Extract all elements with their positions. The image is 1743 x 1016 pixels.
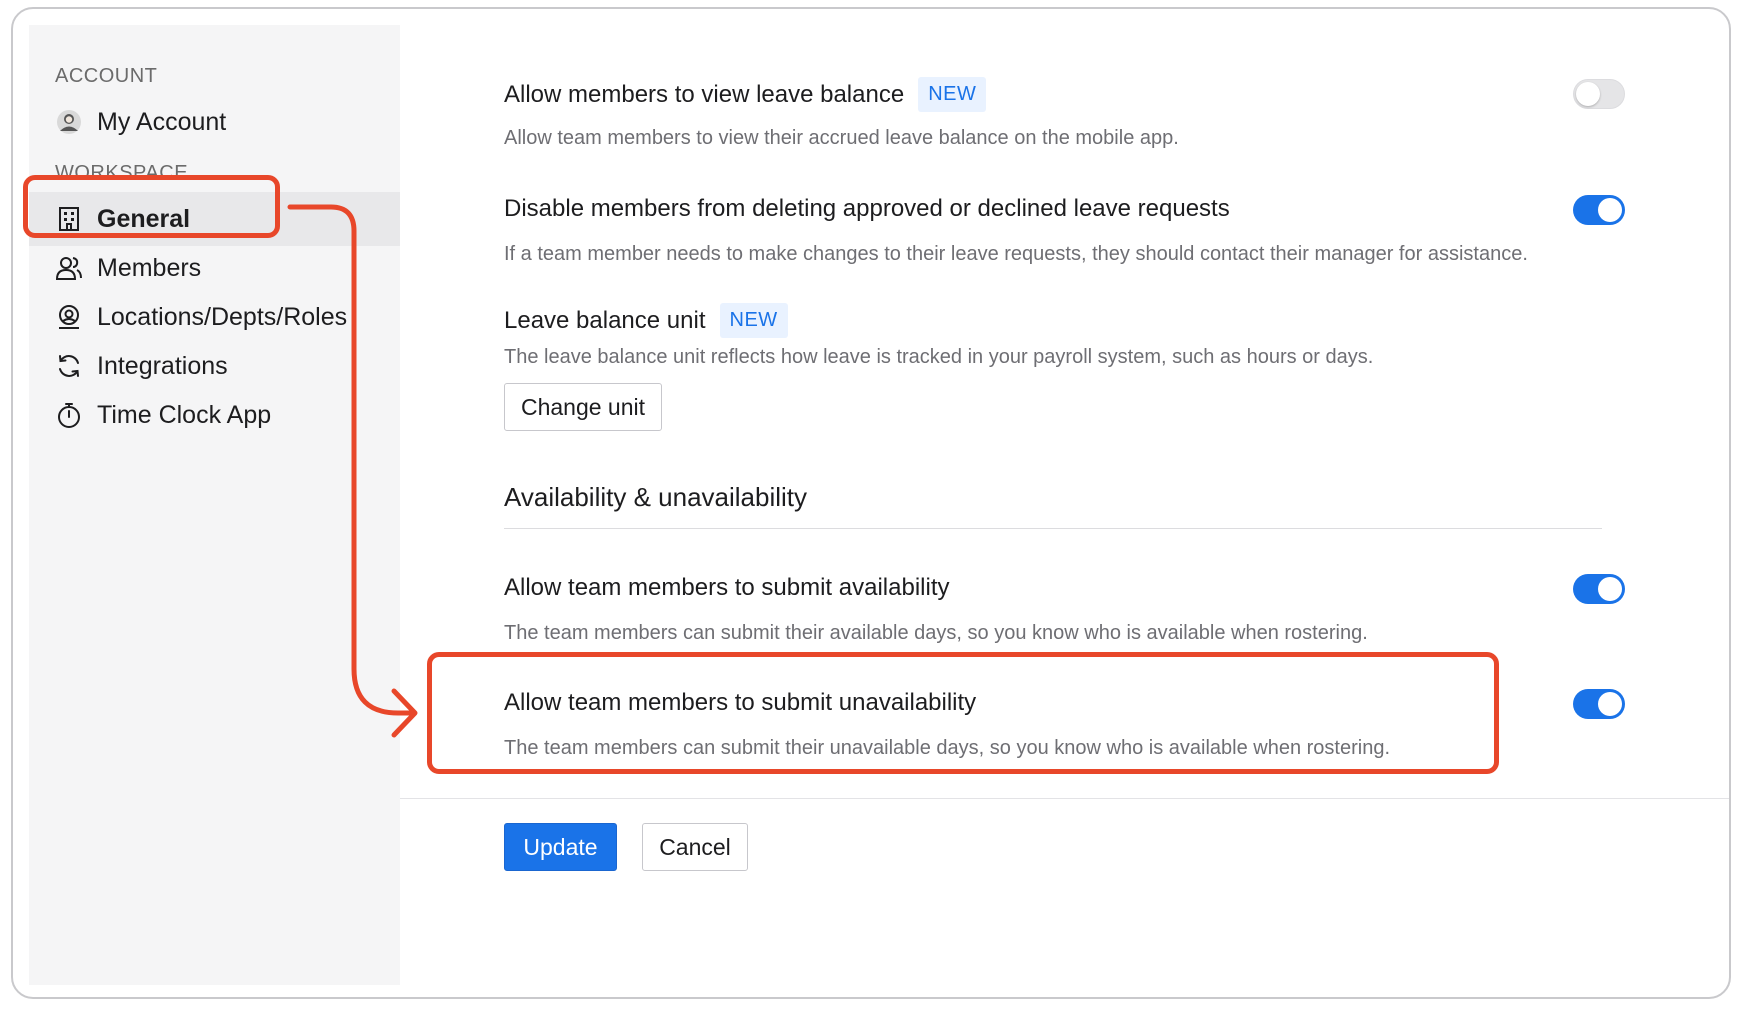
location-icon xyxy=(55,303,83,331)
workspace-section-label: WORKSPACE xyxy=(55,162,189,184)
toggle-knob xyxy=(1598,577,1622,601)
stopwatch-icon xyxy=(55,401,83,429)
disable-deleting-desc: If a team member needs to make changes t… xyxy=(504,243,1528,265)
footer-divider xyxy=(400,798,1729,799)
sidebar-item-label: General xyxy=(97,204,191,233)
submit-unavailability-title: Allow team members to submit unavailabil… xyxy=(504,689,977,716)
settings-window: ACCOUNT My Account WORKSPACE General Mem… xyxy=(11,7,1731,999)
update-button[interactable]: Update xyxy=(504,823,617,871)
sidebar-item-locations[interactable]: Locations/Depts/Roles xyxy=(29,290,400,344)
leave-unit-desc: The leave balance unit reflects how leav… xyxy=(504,346,1374,368)
sidebar-item-integrations[interactable]: Integrations xyxy=(29,339,400,393)
submit-availability-toggle[interactable] xyxy=(1573,574,1625,604)
toggle-knob xyxy=(1598,692,1622,716)
view-leave-balance-toggle[interactable] xyxy=(1573,79,1625,109)
toggle-knob xyxy=(1598,198,1622,222)
submit-availability-desc: The team members can submit their availa… xyxy=(504,622,1368,644)
sidebar-item-time-clock[interactable]: Time Clock App xyxy=(29,388,400,442)
disable-deleting-toggle[interactable] xyxy=(1573,195,1625,225)
new-badge: NEW xyxy=(918,77,987,112)
account-section-label: ACCOUNT xyxy=(55,65,158,87)
availability-section-heading: Availability & unavailability xyxy=(504,482,808,512)
sidebar-item-label: My Account xyxy=(97,107,227,136)
leave-unit-title: Leave balance unit NEW xyxy=(504,303,788,338)
cancel-button[interactable]: Cancel xyxy=(642,823,748,871)
submit-availability-title: Allow team members to submit availabilit… xyxy=(504,574,950,601)
new-badge: NEW xyxy=(719,303,788,338)
sidebar: ACCOUNT My Account WORKSPACE General Mem… xyxy=(29,25,400,985)
sidebar-item-general[interactable]: General xyxy=(29,192,400,246)
change-unit-button[interactable]: Change unit xyxy=(504,383,662,431)
sidebar-item-label: Locations/Depts/Roles xyxy=(97,302,348,331)
view-leave-balance-desc: Allow team members to view their accrued… xyxy=(504,127,1179,149)
sync-icon xyxy=(55,352,83,380)
view-leave-balance-title: Allow members to view leave balance NEW xyxy=(504,77,987,112)
sidebar-item-members[interactable]: Members xyxy=(29,241,400,295)
sidebar-item-label: Members xyxy=(97,253,202,282)
toggle-knob xyxy=(1576,82,1600,106)
sidebar-item-label: Integrations xyxy=(97,351,228,380)
section-divider xyxy=(504,528,1602,529)
disable-deleting-title: Disable members from deleting approved o… xyxy=(504,195,1230,222)
avatar xyxy=(55,108,83,136)
submit-unavailability-toggle[interactable] xyxy=(1573,689,1625,719)
settings-main: Allow members to view leave balance NEW … xyxy=(400,9,1729,997)
sidebar-item-my-account[interactable]: My Account xyxy=(29,95,400,149)
building-icon xyxy=(55,205,83,233)
sidebar-item-label: Time Clock App xyxy=(97,400,272,429)
submit-unavailability-desc: The team members can submit their unavai… xyxy=(504,737,1390,759)
members-icon xyxy=(55,254,83,282)
